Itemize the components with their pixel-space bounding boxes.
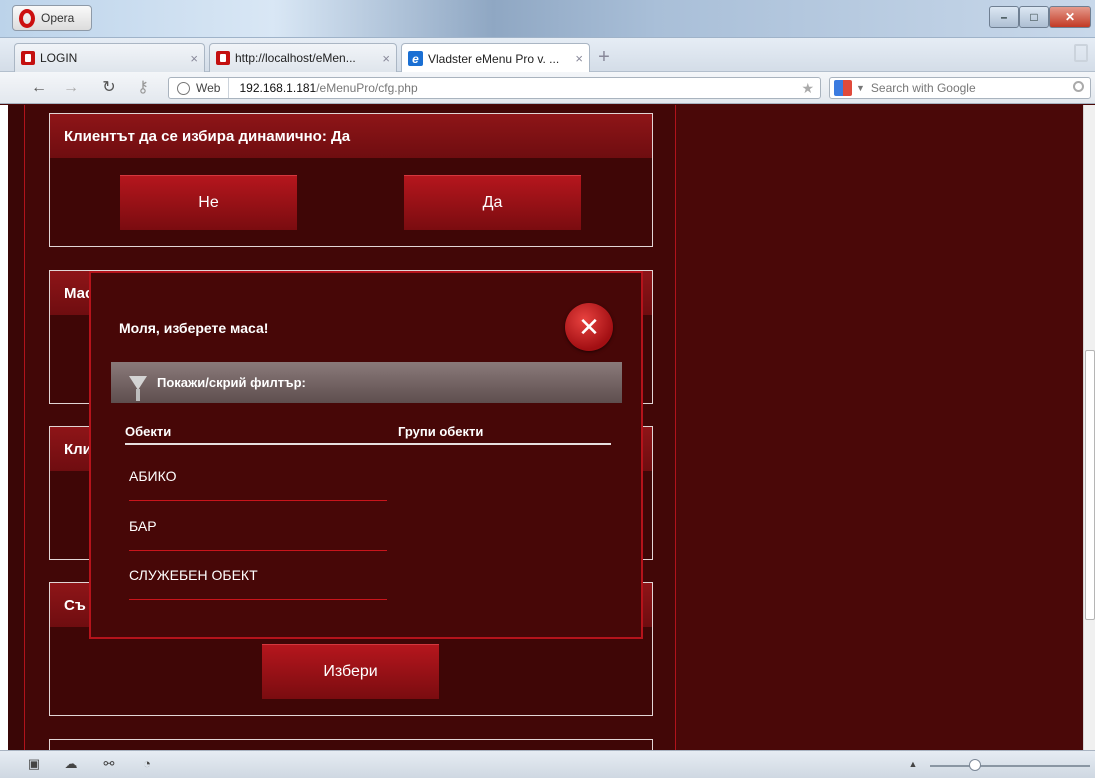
back-arrow-icon[interactable]: ← bbox=[28, 78, 50, 98]
search-icon[interactable] bbox=[1073, 81, 1084, 92]
tab-close-icon[interactable]: × bbox=[382, 51, 390, 66]
globe-icon bbox=[177, 81, 190, 95]
list-item[interactable]: АБИКО bbox=[129, 451, 387, 501]
panel-title: Клиентът да се избира динамично: Да bbox=[50, 114, 652, 158]
tab-localhost[interactable]: http://localhost/eMen... × bbox=[209, 43, 397, 72]
maximize-button[interactable]: □ bbox=[1019, 6, 1049, 28]
select-table-modal: Моля, изберете маса! ✕ Покажи/скрий филт… bbox=[89, 271, 643, 639]
no-button[interactable]: Не bbox=[120, 175, 297, 230]
toggle-filter-bar[interactable]: Покажи/скрий филтър: bbox=[111, 362, 622, 403]
opera-page-icon bbox=[216, 51, 230, 65]
window-titlebar: Opera – □ ✕ bbox=[0, 0, 1095, 38]
address-input[interactable]: Web 192.168.1.181 /eMenuPro/cfg.php ★ bbox=[168, 77, 821, 99]
close-icon: ✕ bbox=[578, 312, 600, 342]
zoom-slider-handle[interactable] bbox=[969, 759, 981, 771]
address-toolbar: ← → ↻ ⚷ Web 192.168.1.181 /eMenuPro/cfg.… bbox=[0, 72, 1095, 104]
funnel-icon bbox=[129, 375, 147, 401]
page-left-gutter bbox=[8, 105, 24, 750]
opera-page-icon bbox=[21, 51, 35, 65]
column-header-objects[interactable]: Обекти bbox=[125, 424, 171, 439]
new-tab-button[interactable]: + bbox=[594, 47, 614, 68]
url-host: 192.168.1.181 bbox=[239, 81, 317, 95]
opera-menu-button[interactable]: Opera bbox=[12, 5, 92, 31]
select-button[interactable]: Избери bbox=[262, 644, 439, 699]
vertical-scrollbar[interactable] bbox=[1083, 105, 1095, 750]
tab-login[interactable]: LOGIN × bbox=[14, 43, 205, 72]
panel-next bbox=[49, 739, 653, 750]
close-modal-button[interactable]: ✕ bbox=[565, 303, 613, 351]
tab-close-icon[interactable]: × bbox=[190, 51, 198, 66]
cloud-icon[interactable]: ☁ bbox=[63, 757, 79, 771]
panel-toggle-icon[interactable]: ▣ bbox=[26, 757, 42, 771]
yes-button[interactable]: Да bbox=[404, 175, 581, 230]
bookmark-star-icon[interactable]: ★ bbox=[801, 80, 814, 97]
tab-vladster-emenu[interactable]: e Vladster eMenu Pro v. ... × bbox=[401, 43, 590, 73]
tab-label: Vladster eMenu Pro v. ... bbox=[428, 51, 560, 66]
key-icon[interactable]: ⚷ bbox=[132, 78, 154, 98]
modal-title: Моля, изберете маса! bbox=[119, 320, 269, 336]
zoom-out-icon[interactable]: ▲ bbox=[905, 757, 921, 771]
url-web-label: Web bbox=[196, 81, 221, 95]
tab-close-icon[interactable]: × bbox=[575, 51, 583, 66]
search-input[interactable]: ▼ Search with Google bbox=[829, 77, 1091, 99]
page-left-edge bbox=[0, 105, 8, 750]
share-icon[interactable]: ⚯ bbox=[101, 757, 117, 771]
zoom-slider[interactable] bbox=[930, 765, 1090, 767]
list-item[interactable]: СЛУЖЕБЕН ОБЕКТ bbox=[129, 550, 387, 600]
minimize-button[interactable]: – bbox=[989, 6, 1019, 28]
panel-dynamic-client: Клиентът да се избира динамично: Да Не Д… bbox=[49, 113, 653, 247]
column-header-object-groups[interactable]: Групи обекти bbox=[398, 424, 483, 439]
header-divider bbox=[125, 443, 611, 445]
status-bar: ▣ ☁ ⚯ ◔ ▲ bbox=[0, 750, 1095, 778]
scrollbar-thumb[interactable] bbox=[1085, 350, 1095, 620]
url-security-badge[interactable]: Web bbox=[169, 78, 230, 98]
opera-menu-label: Opera bbox=[41, 11, 75, 25]
tab-label: http://localhost/eMen... bbox=[235, 51, 356, 65]
google-icon[interactable] bbox=[834, 80, 852, 96]
close-window-button[interactable]: ✕ bbox=[1049, 6, 1091, 28]
list-item[interactable]: БАР bbox=[129, 501, 387, 551]
tab-bar: LOGIN × http://localhost/eMen... × e Vla… bbox=[0, 38, 1095, 73]
chevron-down-icon[interactable]: ▼ bbox=[856, 83, 865, 93]
search-placeholder: Search with Google bbox=[870, 81, 976, 95]
speed-dial-icon[interactable]: ◔ bbox=[139, 757, 155, 771]
trash-icon[interactable] bbox=[1074, 44, 1088, 62]
filter-label: Покажи/скрий филтър: bbox=[157, 375, 306, 390]
ie-page-icon: e bbox=[408, 51, 423, 66]
opera-logo-icon bbox=[19, 8, 35, 28]
url-path: /eMenuPro/cfg.php bbox=[316, 81, 418, 95]
tab-label: LOGIN bbox=[40, 51, 78, 65]
reload-icon[interactable]: ↻ bbox=[98, 78, 120, 98]
forward-arrow-icon[interactable]: → bbox=[60, 78, 82, 98]
